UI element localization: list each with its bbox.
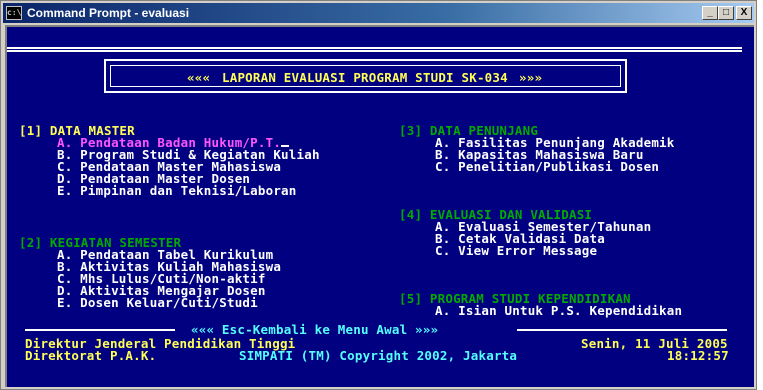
- bottom-rule-right: [517, 329, 727, 331]
- title-bar[interactable]: c:\ Command Prompt - evaluasi _ □ X: [3, 3, 754, 23]
- header-title: LAPORAN EVALUASI PROGRAM STUDI SK-034: [222, 70, 508, 85]
- command-prompt-icon[interactable]: c:\: [6, 6, 22, 20]
- org-line-2: Direktorat P.A.K.: [25, 348, 157, 363]
- time-text: 18:12:57: [667, 348, 729, 363]
- bottom-rule-left: [25, 329, 175, 331]
- menu-item-1e[interactable]: E. Pimpinan dan Teknisi/Laboran: [57, 184, 297, 197]
- header-left-marker: «««: [187, 70, 211, 85]
- maximize-button[interactable]: □: [718, 6, 734, 20]
- top-rule-2: [7, 50, 742, 52]
- top-rule: [7, 47, 742, 49]
- copyright-text: SIMPATI (TM) Copyright 2002, Jakarta: [239, 348, 518, 363]
- window-title: Command Prompt - evaluasi: [27, 6, 190, 20]
- close-button[interactable]: X: [736, 6, 752, 20]
- header-right-marker: »»»: [519, 70, 543, 85]
- menu-item-3c[interactable]: C. Penelitian/Publikasi Dosen: [435, 160, 659, 173]
- menu-item-5a[interactable]: A. Isian Untuk P.S. Kependidikan: [435, 304, 682, 317]
- esc-hint: ««« Esc-Kembali ke Menu Awal »»»: [191, 322, 439, 337]
- menu-item-2e[interactable]: E. Dosen Keluar/Cuti/Studi: [57, 296, 258, 309]
- console-area[interactable]: ««« LAPORAN EVALUASI PROGRAM STUDI SK-03…: [5, 25, 754, 387]
- command-prompt-window: c:\ Command Prompt - evaluasi _ □ X ««« …: [0, 0, 757, 390]
- minimize-button[interactable]: _: [702, 6, 718, 20]
- menu-item-4c[interactable]: C. View Error Message: [435, 244, 597, 257]
